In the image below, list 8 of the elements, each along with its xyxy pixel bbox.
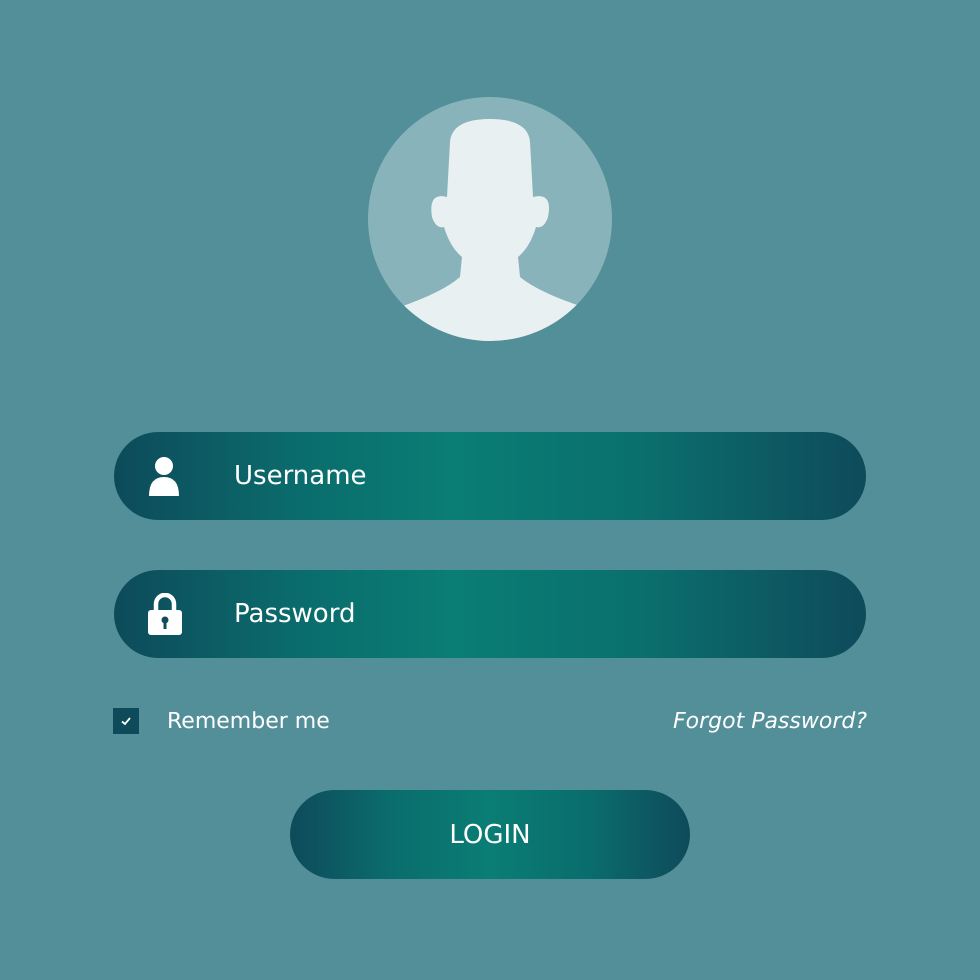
checkbox[interactable] — [113, 708, 139, 734]
forgot-password-link[interactable]: Forgot Password? — [672, 708, 867, 734]
password-field[interactable]: Password — [114, 570, 866, 658]
avatar-icon — [368, 97, 612, 341]
login-button[interactable]: LOGIN — [290, 790, 690, 879]
remember-label: Remember me — [167, 708, 330, 734]
username-field[interactable]: Username — [114, 432, 866, 520]
checkmark-icon — [120, 715, 132, 727]
